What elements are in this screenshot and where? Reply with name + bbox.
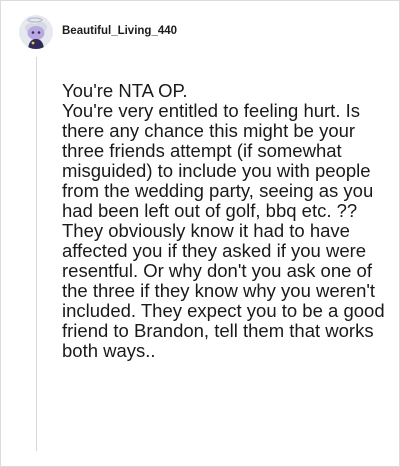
comment-header: Beautiful_Living_440 — [19, 15, 177, 49]
username-link[interactable]: Beautiful_Living_440 — [62, 25, 177, 37]
snoo-avatar-icon[interactable] — [19, 15, 53, 49]
thread-line[interactable] — [36, 57, 37, 451]
comment-body: You're NTA OP. You're very entitled to f… — [62, 80, 385, 361]
comment-card: Beautiful_Living_440 You're NTA OP. You'… — [0, 0, 400, 467]
